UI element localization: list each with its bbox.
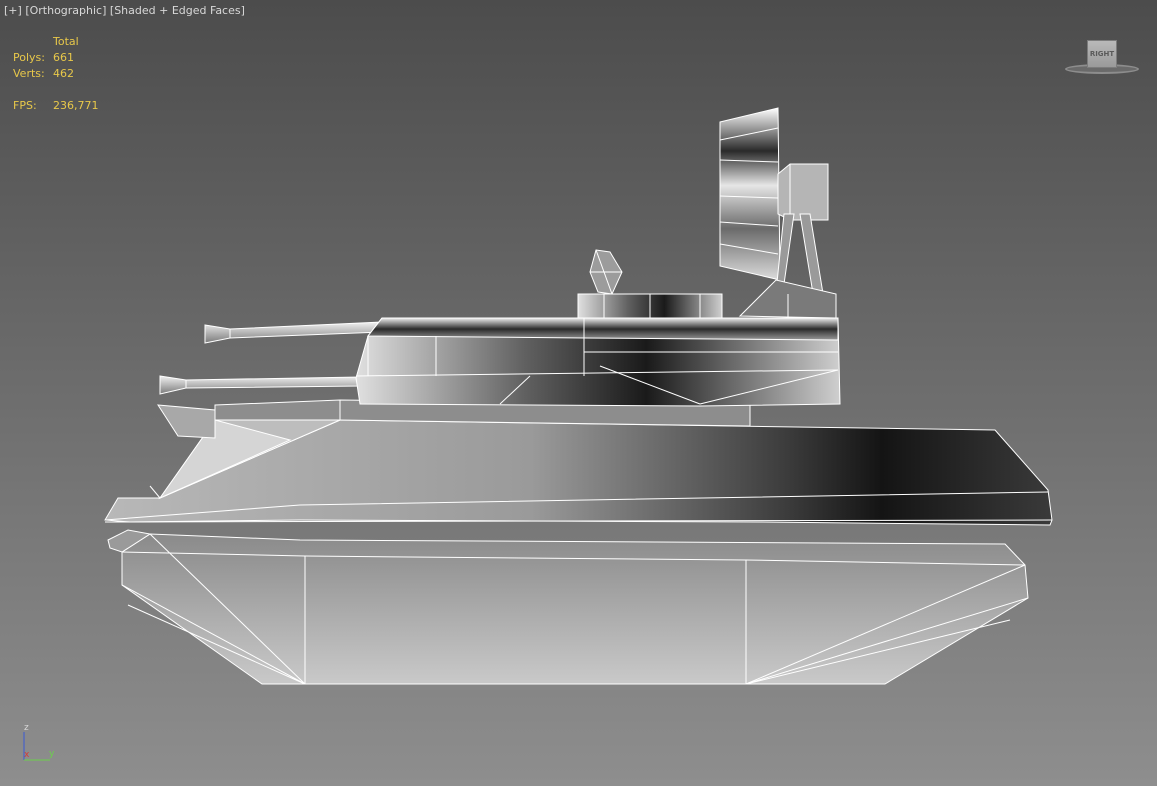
axis-x-label: x bbox=[24, 750, 30, 760]
gun-barrels bbox=[159, 321, 383, 395]
tank-hull bbox=[104, 399, 1053, 526]
tank-model-viewport[interactable] bbox=[0, 0, 1157, 786]
axis-gizmo: z x y bbox=[18, 722, 68, 766]
axis-y-label: y bbox=[49, 749, 55, 759]
axis-z-label: z bbox=[24, 723, 29, 733]
sensor-head bbox=[589, 249, 623, 295]
tank-tracks bbox=[107, 529, 1029, 685]
radar-antenna bbox=[719, 107, 837, 319]
